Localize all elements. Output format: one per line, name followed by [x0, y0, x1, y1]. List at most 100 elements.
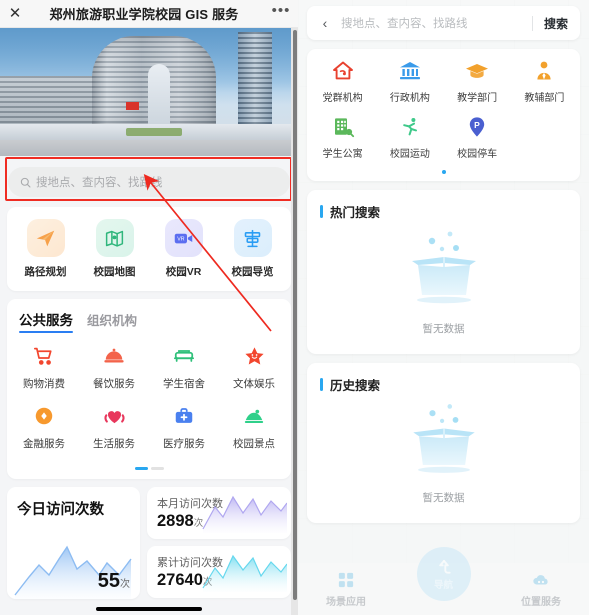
category-label: 党群机构: [322, 93, 363, 104]
search-input[interactable]: 搜地点、查内容、找路线: [335, 15, 528, 31]
section-accent-bar: [320, 378, 323, 391]
left-mini-program-panel: ✕ 郑州旅游职业学院校园 GIS 服务 ••• 搜地点、查内容、找路线 路径规划…: [0, 0, 298, 615]
parking-pin-icon: P: [444, 114, 511, 140]
stat-card-month[interactable]: 本月访问次数 2898次: [147, 487, 291, 539]
stat-title: 今日访问次数: [17, 502, 104, 518]
history-search-card: 历史搜索 暂无数据: [307, 363, 580, 523]
vr-camera-icon: VR: [164, 219, 203, 257]
month-sparkline: [202, 495, 287, 533]
stat-card-today[interactable]: 今日访问次数 55次: [7, 487, 140, 599]
category-student-apartments[interactable]: 学生公寓: [309, 114, 376, 160]
service-item-finance[interactable]: 金融服务: [9, 403, 79, 451]
banner-lawn: [126, 128, 182, 136]
service-label: 校园景点: [233, 438, 275, 450]
nav-center-label: 导航: [433, 579, 453, 591]
banner-plaza: [0, 140, 298, 156]
services-grid: 购物消费 餐饮服务 学生宿舍 文体娱乐 金融服务 生活服务 医疗服务 校园景点: [7, 333, 291, 465]
party-house-icon: [309, 58, 376, 84]
heart-hands-icon: [79, 403, 149, 429]
service-item-shopping[interactable]: 购物消费: [9, 343, 79, 391]
quick-action-label: 校园VR: [165, 266, 202, 278]
visit-stats-section: 今日访问次数 55次 本月访问次数 2898次 累计访问次数 27640: [0, 487, 298, 599]
graduation-cap-icon: [444, 58, 511, 84]
service-item-life[interactable]: 生活服务: [79, 403, 149, 451]
categories-pagination[interactable]: [307, 170, 580, 181]
category-label: 校园停车: [457, 149, 498, 160]
category-administrative[interactable]: 行政机构: [376, 58, 443, 104]
category-campus-parking[interactable]: P 校园停车: [444, 114, 511, 160]
more-dots-icon[interactable]: •••: [264, 2, 298, 25]
service-item-dining[interactable]: 餐饮服务: [79, 343, 149, 391]
landscape-icon: [219, 403, 289, 429]
section-title: 热门搜索: [330, 206, 381, 220]
quick-action-campus-vr[interactable]: VR 校园VR: [149, 219, 218, 279]
hot-search-header: 热门搜索: [307, 190, 580, 221]
nav-label: 场景应用: [326, 597, 366, 608]
empty-text: 暂无数据: [422, 492, 465, 504]
shopping-cart-icon: [9, 343, 79, 369]
banner-flag: [126, 102, 139, 110]
quick-action-campus-guide[interactable]: 校园导览: [218, 219, 287, 279]
search-input[interactable]: 搜地点、查内容、找路线: [8, 167, 290, 197]
stat-card-total[interactable]: 累计访问次数 27640次: [147, 546, 291, 598]
total-sparkline: [202, 554, 287, 592]
map-pin-icon: [95, 219, 134, 257]
stat-cards-column: 本月访问次数 2898次 累计访问次数 27640次: [147, 487, 291, 599]
category-label: 行政机构: [389, 93, 430, 104]
history-search-header: 历史搜索: [307, 363, 580, 394]
search-placeholder: 搜地点、查内容、找路线: [36, 177, 163, 189]
location-cloud-icon: [521, 570, 561, 590]
apartment-icon: [309, 114, 376, 140]
services-card: 公共服务 组织机构 购物消费 餐饮服务 学生宿舍 文体娱乐 金融服务 生活服务 …: [7, 299, 291, 479]
star-face-icon: [219, 343, 289, 369]
tab-public-services[interactable]: 公共服务: [19, 309, 73, 333]
campus-banner-image: [0, 28, 298, 156]
paper-plane-icon: [26, 219, 65, 257]
nav-center-navigation-button[interactable]: 导航: [416, 547, 471, 601]
category-party-organizations[interactable]: 党群机构: [309, 58, 376, 104]
stat-value: 27640: [157, 571, 203, 589]
service-item-dormitory[interactable]: 学生宿舍: [149, 343, 219, 391]
scrollbar-thumb[interactable]: [293, 30, 297, 600]
tab-organizations[interactable]: 组织机构: [87, 310, 137, 333]
section-accent-bar: [320, 205, 323, 218]
service-label: 医疗服务: [163, 438, 205, 450]
quick-action-label: 校园导览: [231, 266, 274, 278]
coin-icon: [9, 403, 79, 429]
pagination-dot-active: [441, 170, 446, 174]
services-pagination[interactable]: [7, 465, 291, 479]
service-item-scenery[interactable]: 校园景点: [219, 403, 289, 451]
service-label: 学生宿舍: [163, 378, 205, 390]
food-cloche-icon: [79, 343, 149, 369]
svg-text:P: P: [474, 120, 480, 130]
banner-side-block: [0, 76, 92, 124]
quick-action-campus-map[interactable]: 校园地图: [80, 219, 149, 279]
nav-item-location-service[interactable]: 位置服务: [521, 570, 561, 608]
category-campus-sports[interactable]: 校园运动: [376, 114, 443, 160]
category-label: 学生公寓: [322, 149, 363, 160]
stat-unit: 次: [120, 579, 130, 590]
chevron-left-icon[interactable]: ‹: [315, 15, 335, 31]
banner-arch: [148, 64, 170, 124]
home-indicator: [96, 607, 202, 611]
quick-action-label: 校园地图: [93, 266, 136, 278]
person-tie-icon: [511, 58, 578, 84]
page-title: 郑州旅游职业学院校园 GIS 服务: [49, 7, 239, 22]
service-item-entertainment[interactable]: 文体娱乐: [219, 343, 289, 391]
search-bar: ‹ 搜地点、查内容、找路线 搜索: [307, 6, 580, 40]
empty-box-icon: [411, 231, 476, 304]
runner-icon: [376, 114, 443, 140]
category-label: 教学部门: [457, 93, 498, 104]
search-button[interactable]: 搜索: [544, 15, 568, 32]
close-icon[interactable]: ✕: [0, 6, 30, 21]
bottom-navigation-bar: 场景应用 位置服务 导航: [298, 547, 589, 615]
service-item-medical[interactable]: 医疗服务: [149, 403, 219, 451]
quick-action-route-planning[interactable]: 路径规划: [11, 219, 80, 279]
category-teaching[interactable]: 教学部门: [444, 58, 511, 104]
history-search-empty-state: 暂无数据: [307, 394, 580, 523]
quick-action-label: 路径规划: [24, 266, 67, 278]
category-support-departments[interactable]: 教辅部门: [511, 58, 578, 104]
nav-item-scene-apps[interactable]: 场景应用: [326, 570, 366, 608]
service-label: 文体娱乐: [233, 378, 275, 390]
divider: [531, 15, 533, 31]
